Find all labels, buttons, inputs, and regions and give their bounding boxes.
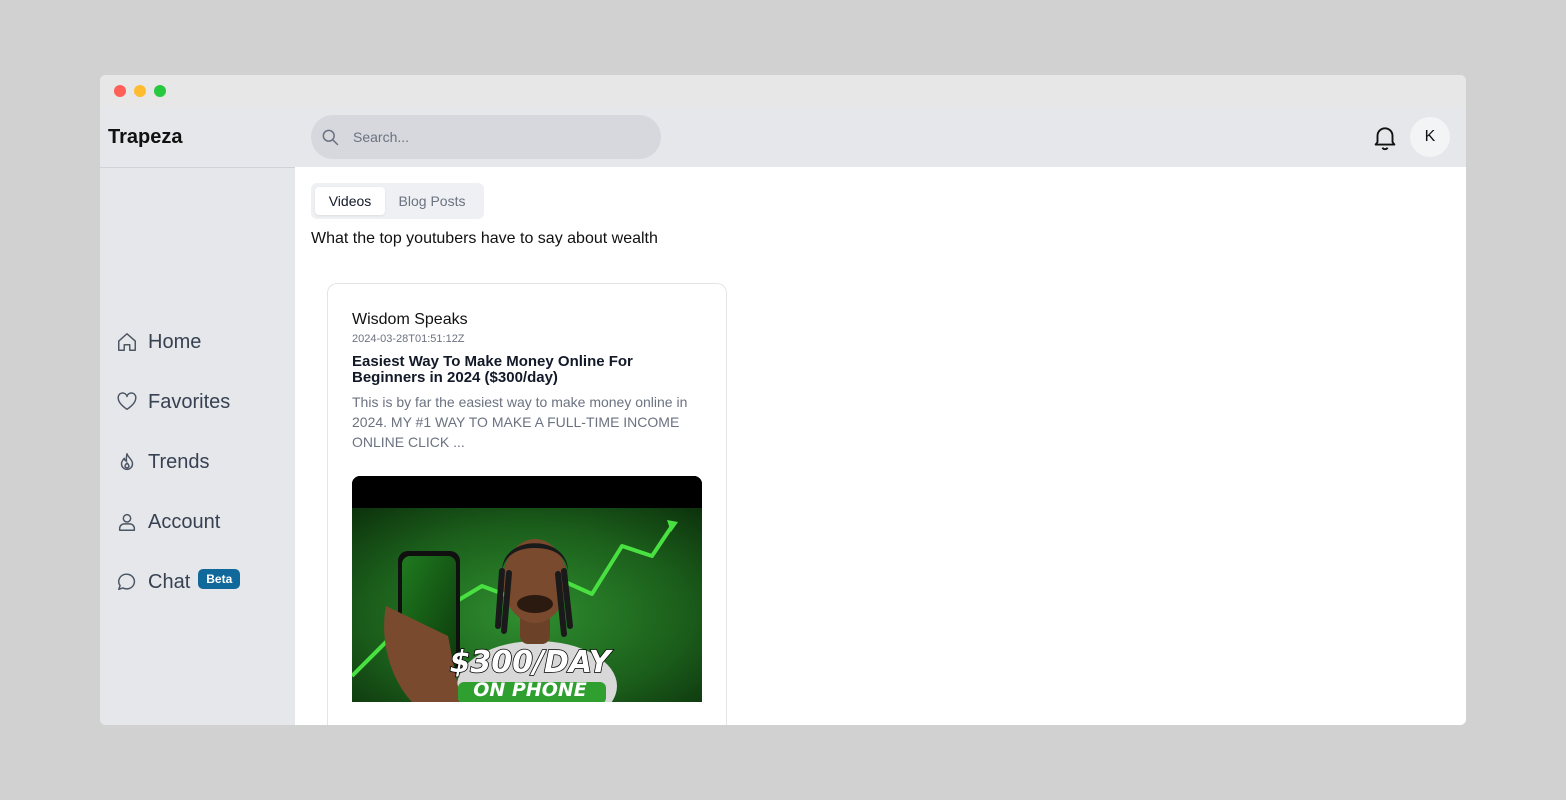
search-box[interactable] [311, 115, 661, 159]
heart-icon [117, 392, 137, 411]
video-channel: Wisdom Speaks [352, 311, 468, 328]
flame-icon [120, 453, 134, 470]
sidebar-item-label: Home [148, 330, 202, 353]
close-window-button[interactable] [114, 85, 126, 97]
sidebar-item-favorites[interactable]: Favorites [116, 384, 286, 420]
content-tabs: Videos Blog Posts [311, 183, 484, 219]
sidebar-item-trends[interactable]: Trends [116, 444, 286, 480]
chat-icon [118, 573, 136, 591]
divider [100, 167, 295, 168]
sidebar-item-chat[interactable]: Chat Beta [116, 564, 286, 600]
sidebar-item-label: Favorites [148, 390, 231, 413]
video-description: This is by far the easiest way to make m… [352, 394, 688, 450]
search-input[interactable] [353, 129, 633, 145]
video-title[interactable]: Easiest Way To Make Money Online For Beg… [352, 354, 682, 386]
thumbnail-text-phone: ON PHONE [473, 679, 587, 701]
top-bar: K [295, 107, 1466, 167]
sidebar-item-label: Account [148, 510, 221, 533]
bell-icon[interactable] [1370, 122, 1400, 152]
video-thumbnail[interactable]: $300/DAY ON PHONE [352, 476, 702, 702]
maximize-window-button[interactable] [154, 85, 166, 97]
tab-videos[interactable]: Videos [315, 187, 385, 215]
home-icon [118, 333, 136, 351]
tab-blog-posts[interactable]: Blog Posts [389, 187, 475, 215]
main-content: Videos Blog Posts What the top youtubers… [295, 167, 1466, 725]
sidebar: Trapeza Home Favorites Trends Account Ch… [100, 107, 295, 725]
thumbnail-image: $300/DAY ON PHONE [352, 476, 702, 702]
sidebar-item-account[interactable]: Account [116, 504, 286, 540]
beta-badge: Beta [198, 569, 241, 589]
sidebar-item-home[interactable]: Home [116, 324, 286, 360]
user-icon [118, 513, 136, 531]
search-icon [322, 129, 339, 146]
thumbnail-text-price: $300/DAY [450, 645, 614, 680]
brand-title[interactable]: Trapeza [108, 126, 182, 149]
app-window: Trapeza Home Favorites Trends Account Ch… [100, 75, 1466, 725]
page-subtitle: What the top youtubers have to say about… [311, 230, 658, 247]
minimize-window-button[interactable] [134, 85, 146, 97]
video-card[interactable]: Wisdom Speaks 2024-03-28T01:51:12Z Easie… [327, 283, 727, 725]
sidebar-item-label: Trends [148, 450, 210, 473]
window-titlebar [100, 75, 1466, 107]
sidebar-item-label: Chat [148, 570, 191, 593]
video-date: 2024-03-28T01:51:12Z [352, 333, 465, 345]
user-avatar[interactable]: K [1410, 117, 1450, 157]
